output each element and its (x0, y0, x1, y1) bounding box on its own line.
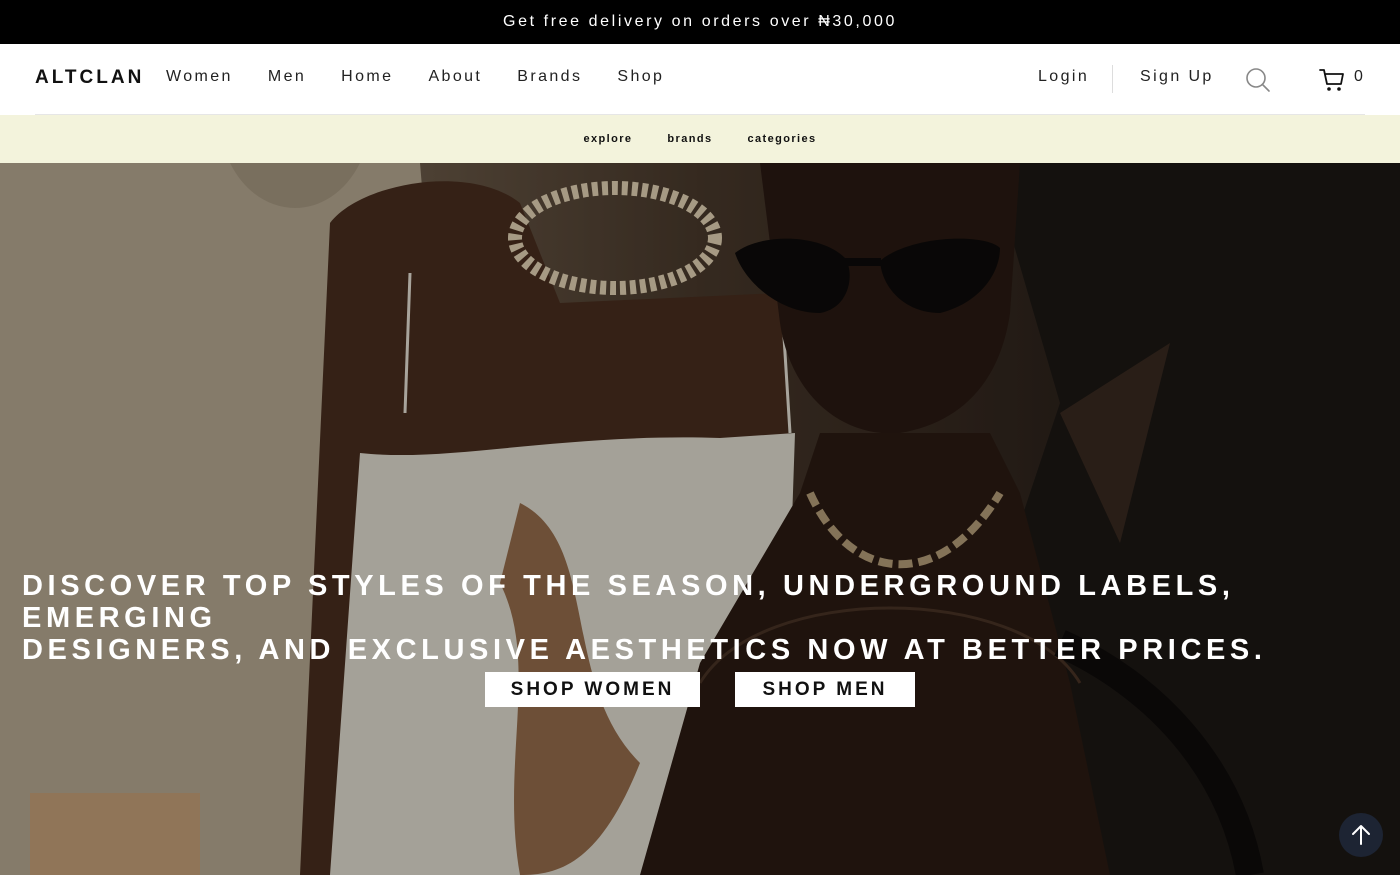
sub-nav: explore brands categories (0, 115, 1400, 163)
subnav-explore[interactable]: explore (583, 133, 632, 145)
nav-shop[interactable]: Shop (617, 68, 664, 86)
nav-women[interactable]: Women (166, 68, 233, 86)
subnav-categories[interactable]: categories (747, 133, 816, 145)
subnav-brands[interactable]: brands (667, 133, 712, 145)
nav-men[interactable]: Men (268, 68, 306, 86)
nav-brands[interactable]: Brands (517, 68, 582, 86)
hero-banner: DISCOVER TOP STYLES OF THE SEASON, UNDER… (0, 163, 1400, 875)
hero-headline-line2: DESIGNERS, AND EXCLUSIVE AESTHETICS NOW … (22, 634, 1267, 666)
divider (1112, 65, 1113, 93)
login-link[interactable]: Login (1038, 68, 1089, 86)
promo-text: Get free delivery on orders over ₦30,000 (503, 13, 897, 30)
scroll-to-top-button[interactable] (1339, 813, 1383, 857)
shop-women-button[interactable]: SHOP WOMEN (485, 672, 700, 707)
hero-headline-line1: DISCOVER TOP STYLES OF THE SEASON, UNDER… (22, 570, 1235, 634)
account-area: Login Sign Up 0 (1000, 44, 1400, 115)
promo-bar: Get free delivery on orders over ₦30,000 (0, 0, 1400, 44)
hero-overlay (0, 163, 1400, 875)
logo[interactable]: ALTCLAN (35, 67, 144, 89)
search-icon[interactable] (1244, 66, 1272, 94)
signup-link[interactable]: Sign Up (1140, 68, 1214, 86)
cart-icon[interactable] (1318, 65, 1346, 93)
site-header: ALTCLAN Women Men Home About Brands Shop… (0, 44, 1400, 115)
shop-men-button[interactable]: SHOP MEN (735, 672, 915, 707)
main-nav: Women Men Home About Brands Shop (166, 68, 699, 86)
nav-about[interactable]: About (428, 68, 482, 86)
hero-headline: DISCOVER TOP STYLES OF THE SEASON, UNDER… (22, 570, 1322, 666)
arrow-up-icon (1352, 825, 1370, 845)
nav-home[interactable]: Home (341, 68, 393, 86)
cart-count: 0 (1354, 68, 1363, 85)
